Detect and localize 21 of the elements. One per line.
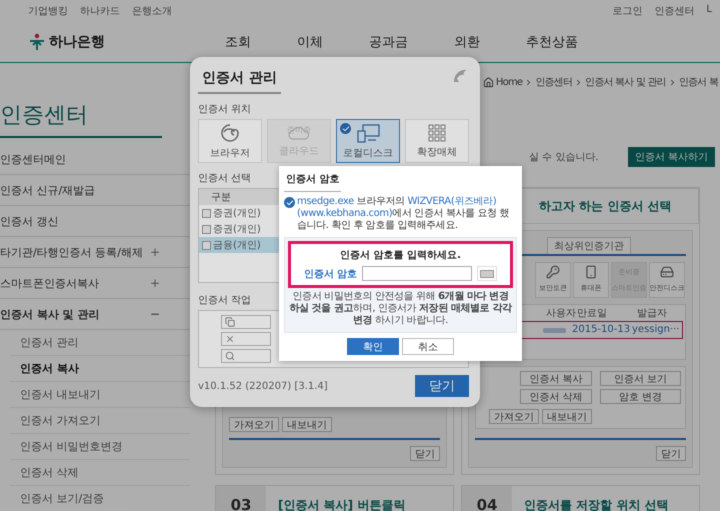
step-title: [인증서 복사] 버튼클릭 <box>277 496 406 511</box>
advice-text: 인증서 비밀번호의 안전성을 위해 6개월 마다 변경하실 것을 권고하며, 인증서가 저장된 매체별로 각각 변경 하시기 바랍니다. <box>288 291 513 327</box>
section-label: 인증서 위치 <box>198 103 252 116</box>
dialog-title: 인증서 관리 <box>198 67 281 94</box>
step-number: 04 <box>462 486 512 511</box>
dialog-title: 인증서 암호 <box>284 172 342 192</box>
table-cell-text: 2015-10-13 <box>572 323 632 337</box>
table-cell: yessign··· <box>632 323 680 337</box>
section-label: 인증서 선택 <box>198 172 252 185</box>
version-text: v10.1.52 (220207) [3.1.4] <box>198 380 328 392</box>
sidebar-title: 인증센터 <box>0 100 162 138</box>
step-title: 인증서를 저장할 위치 선택 <box>523 496 669 511</box>
logo-text: 하나은행 <box>49 33 105 51</box>
step-number: 03 <box>216 486 266 511</box>
column-header: 만료일 <box>577 307 608 320</box>
column-header: 사용자 <box>546 307 577 320</box>
column-header: 발급자 <box>637 307 668 320</box>
section-label: 인증서 작업 <box>198 294 252 307</box>
intro-text: 실 수 있습니다. <box>529 151 600 164</box>
field-label: 인증서 암호 <box>304 268 358 280</box>
prompt-text: 인증서 암호를 입력하세요. <box>340 249 461 262</box>
